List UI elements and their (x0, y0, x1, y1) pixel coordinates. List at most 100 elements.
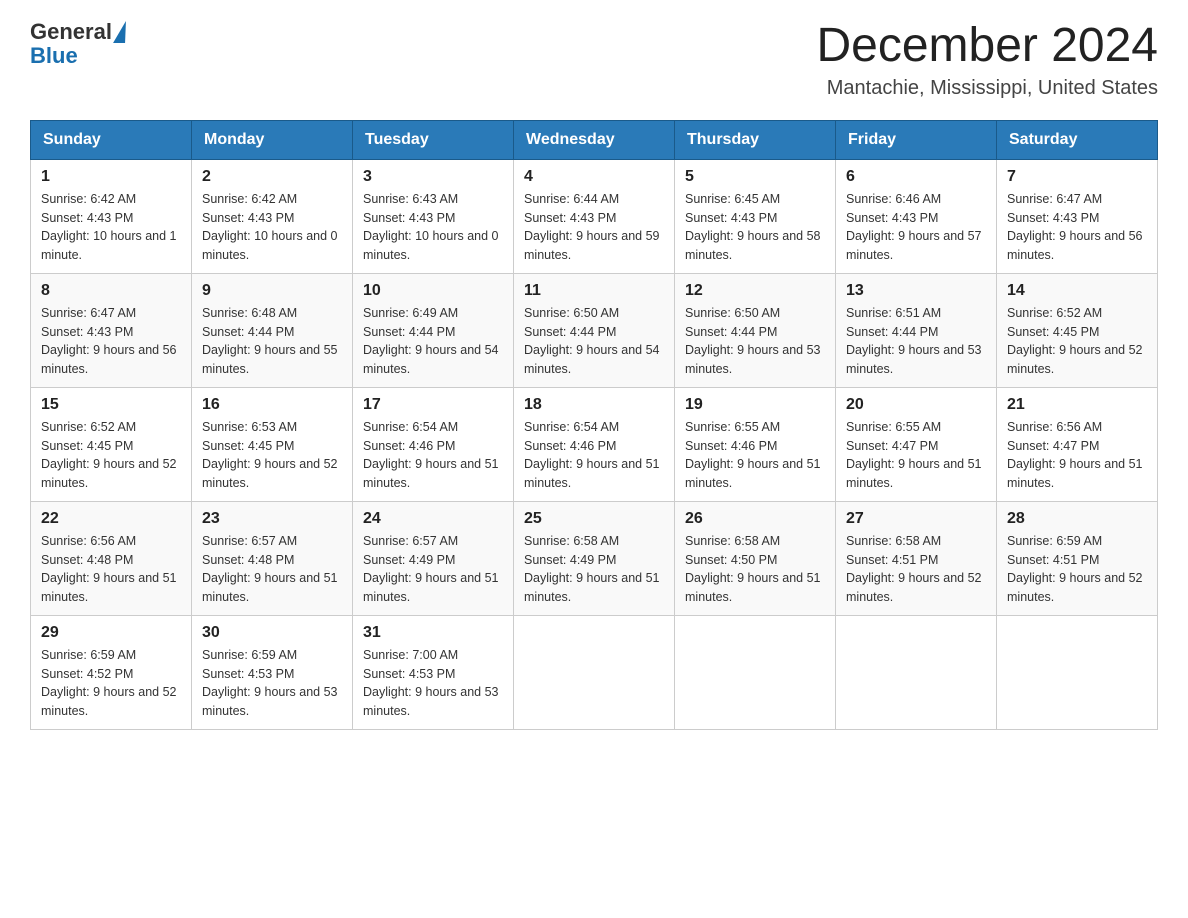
day-number: 5 (685, 168, 825, 186)
day-info: Sunrise: 6:48 AM Sunset: 4:44 PM Dayligh… (202, 304, 342, 379)
day-number: 4 (524, 168, 664, 186)
day-number: 12 (685, 282, 825, 300)
calendar-cell: 3 Sunrise: 6:43 AM Sunset: 4:43 PM Dayli… (353, 159, 514, 273)
header-tuesday: Tuesday (353, 120, 514, 159)
day-info: Sunrise: 6:56 AM Sunset: 4:47 PM Dayligh… (1007, 418, 1147, 493)
day-number: 2 (202, 168, 342, 186)
day-number: 1 (41, 168, 181, 186)
day-info: Sunrise: 6:50 AM Sunset: 4:44 PM Dayligh… (685, 304, 825, 379)
day-number: 20 (846, 396, 986, 414)
day-info: Sunrise: 6:47 AM Sunset: 4:43 PM Dayligh… (41, 304, 181, 379)
calendar-cell: 24 Sunrise: 6:57 AM Sunset: 4:49 PM Dayl… (353, 501, 514, 615)
day-number: 27 (846, 510, 986, 528)
calendar-cell (514, 615, 675, 729)
calendar-cell: 15 Sunrise: 6:52 AM Sunset: 4:45 PM Dayl… (31, 387, 192, 501)
day-info: Sunrise: 7:00 AM Sunset: 4:53 PM Dayligh… (363, 646, 503, 721)
day-info: Sunrise: 6:49 AM Sunset: 4:44 PM Dayligh… (363, 304, 503, 379)
calendar-cell (997, 615, 1158, 729)
day-number: 21 (1007, 396, 1147, 414)
calendar-cell: 28 Sunrise: 6:59 AM Sunset: 4:51 PM Dayl… (997, 501, 1158, 615)
day-info: Sunrise: 6:54 AM Sunset: 4:46 PM Dayligh… (363, 418, 503, 493)
calendar-cell: 23 Sunrise: 6:57 AM Sunset: 4:48 PM Dayl… (192, 501, 353, 615)
day-number: 17 (363, 396, 503, 414)
calendar-cell (675, 615, 836, 729)
logo: General Blue (30, 20, 127, 68)
page-header: General Blue December 2024 Mantachie, Mi… (30, 20, 1158, 100)
calendar-cell: 16 Sunrise: 6:53 AM Sunset: 4:45 PM Dayl… (192, 387, 353, 501)
day-info: Sunrise: 6:42 AM Sunset: 4:43 PM Dayligh… (202, 190, 342, 265)
day-info: Sunrise: 6:59 AM Sunset: 4:52 PM Dayligh… (41, 646, 181, 721)
calendar-cell: 19 Sunrise: 6:55 AM Sunset: 4:46 PM Dayl… (675, 387, 836, 501)
day-info: Sunrise: 6:44 AM Sunset: 4:43 PM Dayligh… (524, 190, 664, 265)
location-subtitle: Mantachie, Mississippi, United States (816, 77, 1158, 100)
day-number: 10 (363, 282, 503, 300)
day-number: 9 (202, 282, 342, 300)
day-number: 16 (202, 396, 342, 414)
calendar-cell: 25 Sunrise: 6:58 AM Sunset: 4:49 PM Dayl… (514, 501, 675, 615)
day-number: 24 (363, 510, 503, 528)
day-number: 23 (202, 510, 342, 528)
calendar-cell (836, 615, 997, 729)
day-info: Sunrise: 6:55 AM Sunset: 4:47 PM Dayligh… (846, 418, 986, 493)
day-info: Sunrise: 6:53 AM Sunset: 4:45 PM Dayligh… (202, 418, 342, 493)
calendar-cell: 2 Sunrise: 6:42 AM Sunset: 4:43 PM Dayli… (192, 159, 353, 273)
calendar-cell: 14 Sunrise: 6:52 AM Sunset: 4:45 PM Dayl… (997, 273, 1158, 387)
day-info: Sunrise: 6:47 AM Sunset: 4:43 PM Dayligh… (1007, 190, 1147, 265)
calendar-cell: 31 Sunrise: 7:00 AM Sunset: 4:53 PM Dayl… (353, 615, 514, 729)
day-number: 30 (202, 624, 342, 642)
day-number: 19 (685, 396, 825, 414)
calendar-table: Sunday Monday Tuesday Wednesday Thursday… (30, 120, 1158, 730)
day-number: 11 (524, 282, 664, 300)
calendar-cell: 12 Sunrise: 6:50 AM Sunset: 4:44 PM Dayl… (675, 273, 836, 387)
calendar-cell: 9 Sunrise: 6:48 AM Sunset: 4:44 PM Dayli… (192, 273, 353, 387)
day-info: Sunrise: 6:45 AM Sunset: 4:43 PM Dayligh… (685, 190, 825, 265)
logo-blue-text: Blue (30, 44, 127, 68)
day-number: 31 (363, 624, 503, 642)
calendar-cell: 10 Sunrise: 6:49 AM Sunset: 4:44 PM Dayl… (353, 273, 514, 387)
day-info: Sunrise: 6:57 AM Sunset: 4:49 PM Dayligh… (363, 532, 503, 607)
day-info: Sunrise: 6:58 AM Sunset: 4:50 PM Dayligh… (685, 532, 825, 607)
week-row-1: 1 Sunrise: 6:42 AM Sunset: 4:43 PM Dayli… (31, 159, 1158, 273)
header-sunday: Sunday (31, 120, 192, 159)
day-number: 29 (41, 624, 181, 642)
day-number: 18 (524, 396, 664, 414)
header-saturday: Saturday (997, 120, 1158, 159)
calendar-cell: 27 Sunrise: 6:58 AM Sunset: 4:51 PM Dayl… (836, 501, 997, 615)
calendar-cell: 17 Sunrise: 6:54 AM Sunset: 4:46 PM Dayl… (353, 387, 514, 501)
day-number: 3 (363, 168, 503, 186)
header-friday: Friday (836, 120, 997, 159)
calendar-cell: 22 Sunrise: 6:56 AM Sunset: 4:48 PM Dayl… (31, 501, 192, 615)
month-title: December 2024 (816, 20, 1158, 73)
week-row-2: 8 Sunrise: 6:47 AM Sunset: 4:43 PM Dayli… (31, 273, 1158, 387)
calendar-cell: 29 Sunrise: 6:59 AM Sunset: 4:52 PM Dayl… (31, 615, 192, 729)
calendar-cell: 5 Sunrise: 6:45 AM Sunset: 4:43 PM Dayli… (675, 159, 836, 273)
calendar-cell: 1 Sunrise: 6:42 AM Sunset: 4:43 PM Dayli… (31, 159, 192, 273)
day-number: 25 (524, 510, 664, 528)
calendar-cell: 20 Sunrise: 6:55 AM Sunset: 4:47 PM Dayl… (836, 387, 997, 501)
day-info: Sunrise: 6:59 AM Sunset: 4:53 PM Dayligh… (202, 646, 342, 721)
header-thursday: Thursday (675, 120, 836, 159)
header-wednesday: Wednesday (514, 120, 675, 159)
calendar-cell: 11 Sunrise: 6:50 AM Sunset: 4:44 PM Dayl… (514, 273, 675, 387)
day-info: Sunrise: 6:54 AM Sunset: 4:46 PM Dayligh… (524, 418, 664, 493)
day-info: Sunrise: 6:57 AM Sunset: 4:48 PM Dayligh… (202, 532, 342, 607)
day-number: 6 (846, 168, 986, 186)
header-monday: Monday (192, 120, 353, 159)
week-row-5: 29 Sunrise: 6:59 AM Sunset: 4:52 PM Dayl… (31, 615, 1158, 729)
day-number: 28 (1007, 510, 1147, 528)
calendar-cell: 6 Sunrise: 6:46 AM Sunset: 4:43 PM Dayli… (836, 159, 997, 273)
day-info: Sunrise: 6:52 AM Sunset: 4:45 PM Dayligh… (1007, 304, 1147, 379)
day-number: 26 (685, 510, 825, 528)
day-info: Sunrise: 6:58 AM Sunset: 4:51 PM Dayligh… (846, 532, 986, 607)
calendar-cell: 21 Sunrise: 6:56 AM Sunset: 4:47 PM Dayl… (997, 387, 1158, 501)
calendar-cell: 30 Sunrise: 6:59 AM Sunset: 4:53 PM Dayl… (192, 615, 353, 729)
day-info: Sunrise: 6:58 AM Sunset: 4:49 PM Dayligh… (524, 532, 664, 607)
calendar-cell: 18 Sunrise: 6:54 AM Sunset: 4:46 PM Dayl… (514, 387, 675, 501)
calendar-cell: 7 Sunrise: 6:47 AM Sunset: 4:43 PM Dayli… (997, 159, 1158, 273)
day-info: Sunrise: 6:52 AM Sunset: 4:45 PM Dayligh… (41, 418, 181, 493)
calendar-cell: 13 Sunrise: 6:51 AM Sunset: 4:44 PM Dayl… (836, 273, 997, 387)
week-row-4: 22 Sunrise: 6:56 AM Sunset: 4:48 PM Dayl… (31, 501, 1158, 615)
day-number: 22 (41, 510, 181, 528)
day-info: Sunrise: 6:59 AM Sunset: 4:51 PM Dayligh… (1007, 532, 1147, 607)
day-number: 14 (1007, 282, 1147, 300)
